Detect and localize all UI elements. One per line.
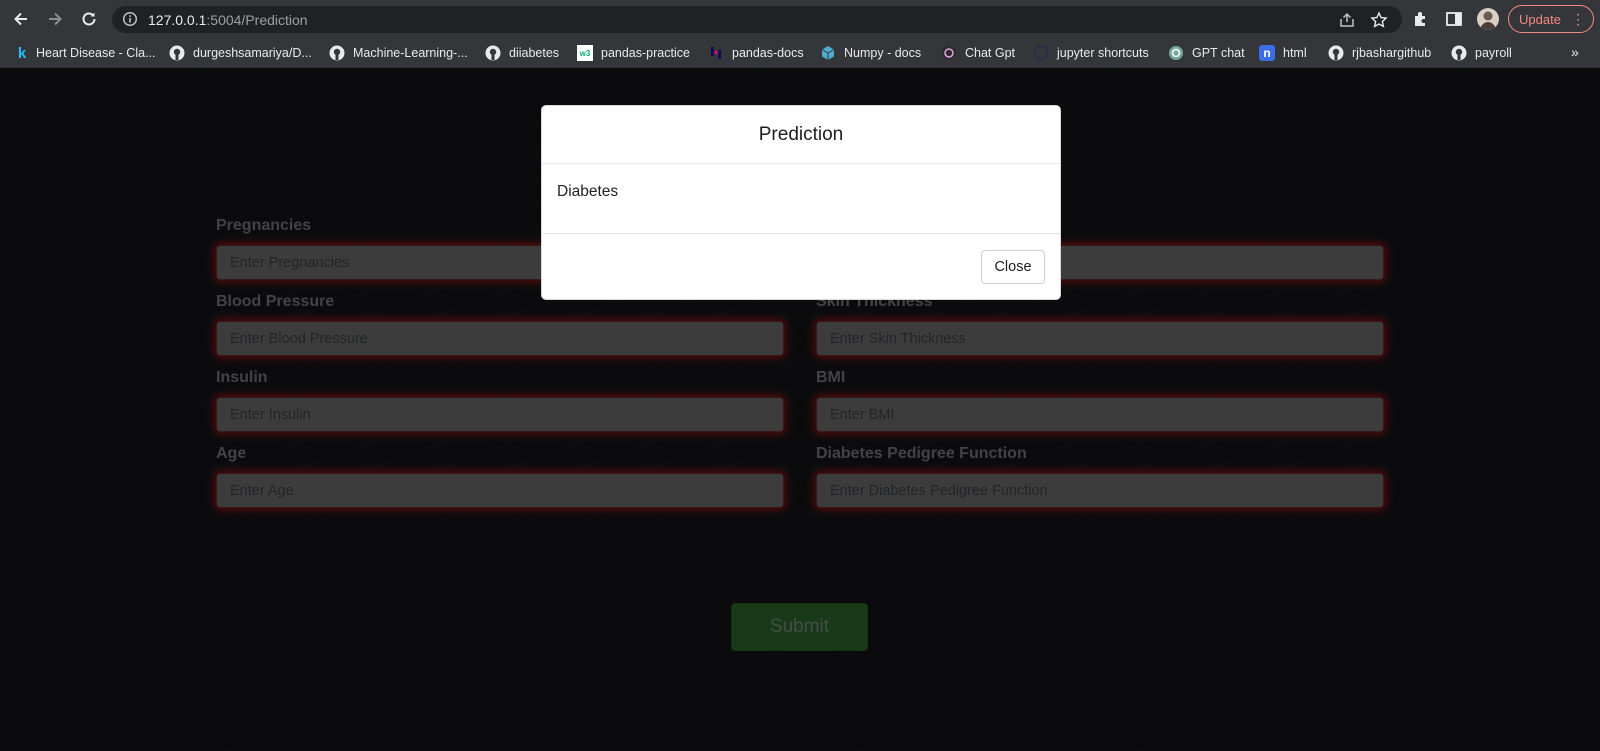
side-panel-icon[interactable] [1444, 9, 1464, 29]
site-info-icon[interactable] [122, 11, 138, 32]
bookmark-label: Heart Disease - Cla... [36, 46, 156, 60]
share-icon[interactable] [1338, 11, 1356, 29]
bookmark-label: rjbashargithub [1352, 46, 1432, 60]
openai-icon [1168, 45, 1184, 61]
update-label: Update [1519, 11, 1561, 27]
address-bar[interactable]: 127.0.0.1:5004/Prediction [112, 6, 1402, 33]
bookmark-item[interactable]: jupyter shortcuts [1033, 44, 1149, 62]
browser-toolbar: 127.0.0.1:5004/Prediction Update ⋮ [0, 0, 1600, 38]
github-icon [329, 45, 345, 61]
bookmark-star-icon[interactable] [1370, 11, 1388, 29]
notion-icon: n [1259, 45, 1275, 61]
bookmark-label: pandas-docs [732, 46, 804, 60]
update-button[interactable]: Update ⋮ [1508, 5, 1594, 33]
close-button[interactable]: Close [981, 250, 1045, 284]
pandas-icon [708, 45, 724, 61]
numpy-icon [820, 45, 836, 61]
more-options-icon[interactable]: ⋮ [1571, 11, 1585, 27]
bookmark-label: GPT chat [1192, 46, 1245, 60]
github-icon [485, 45, 501, 61]
reload-button[interactable] [77, 7, 101, 31]
kaggle-icon: k [17, 44, 27, 62]
bookmark-item[interactable]: k Heart Disease - Cla... [16, 44, 156, 62]
url-host: 127.0.0.1 [148, 12, 207, 28]
github-icon [1451, 45, 1467, 61]
prediction-result: Diabetes [557, 183, 619, 200]
reload-icon [82, 12, 96, 26]
arrow-right-icon [49, 12, 62, 26]
bookmark-item[interactable]: GPT chat [1168, 44, 1245, 62]
github-icon [169, 45, 185, 61]
bookmark-label: html [1283, 46, 1307, 60]
bookmarks-overflow-button[interactable]: » [1571, 44, 1579, 60]
w3schools-icon: w3 [577, 45, 593, 61]
extensions-icon[interactable] [1411, 9, 1431, 29]
bookmark-item[interactable]: diiabetes [485, 44, 559, 62]
openai-icon [941, 45, 957, 61]
bookmark-item[interactable]: rjbashargithub [1328, 44, 1431, 62]
bookmark-item[interactable]: payroll [1451, 44, 1512, 62]
github-icon [1328, 45, 1344, 61]
bookmark-item[interactable]: w3 pandas-practice [577, 44, 690, 62]
bookmark-label: jupyter shortcuts [1057, 46, 1149, 60]
bookmark-item[interactable]: Machine-Learning-... [329, 44, 468, 62]
bookmark-item[interactable]: n html [1259, 44, 1307, 62]
forward-button[interactable] [43, 7, 67, 31]
profile-avatar[interactable] [1477, 8, 1499, 30]
bookmarks-bar: k Heart Disease - Cla... durgeshsamariya… [0, 38, 1600, 68]
url-text: 127.0.0.1:5004/Prediction [148, 12, 308, 28]
bookmark-item[interactable]: durgeshsamariya/D... [169, 44, 312, 62]
bookmark-label: Machine-Learning-... [353, 46, 468, 60]
arrow-left-icon [14, 12, 27, 26]
back-button[interactable] [9, 7, 33, 31]
globe-icon [1033, 45, 1049, 61]
bookmark-item[interactable]: Chat Gpt [941, 44, 1015, 62]
bookmark-item[interactable]: Numpy - docs [820, 44, 921, 62]
bookmark-label: payroll [1475, 46, 1512, 60]
modal-title: Prediction [758, 123, 844, 145]
bookmark-label: Chat Gpt [965, 46, 1016, 60]
url-path: :5004/Prediction [206, 12, 308, 28]
prediction-modal: Prediction Diabetes Close [541, 105, 1061, 300]
bookmark-label: durgeshsamariya/D... [193, 46, 312, 60]
bookmark-label: pandas-practice [601, 46, 690, 60]
bookmark-item[interactable]: pandas-docs [708, 44, 804, 62]
modal-header: Prediction [542, 106, 1060, 164]
bookmark-label: diiabetes [509, 46, 560, 60]
bookmark-label: Numpy - docs [844, 46, 922, 60]
modal-footer: Close [542, 233, 1060, 301]
